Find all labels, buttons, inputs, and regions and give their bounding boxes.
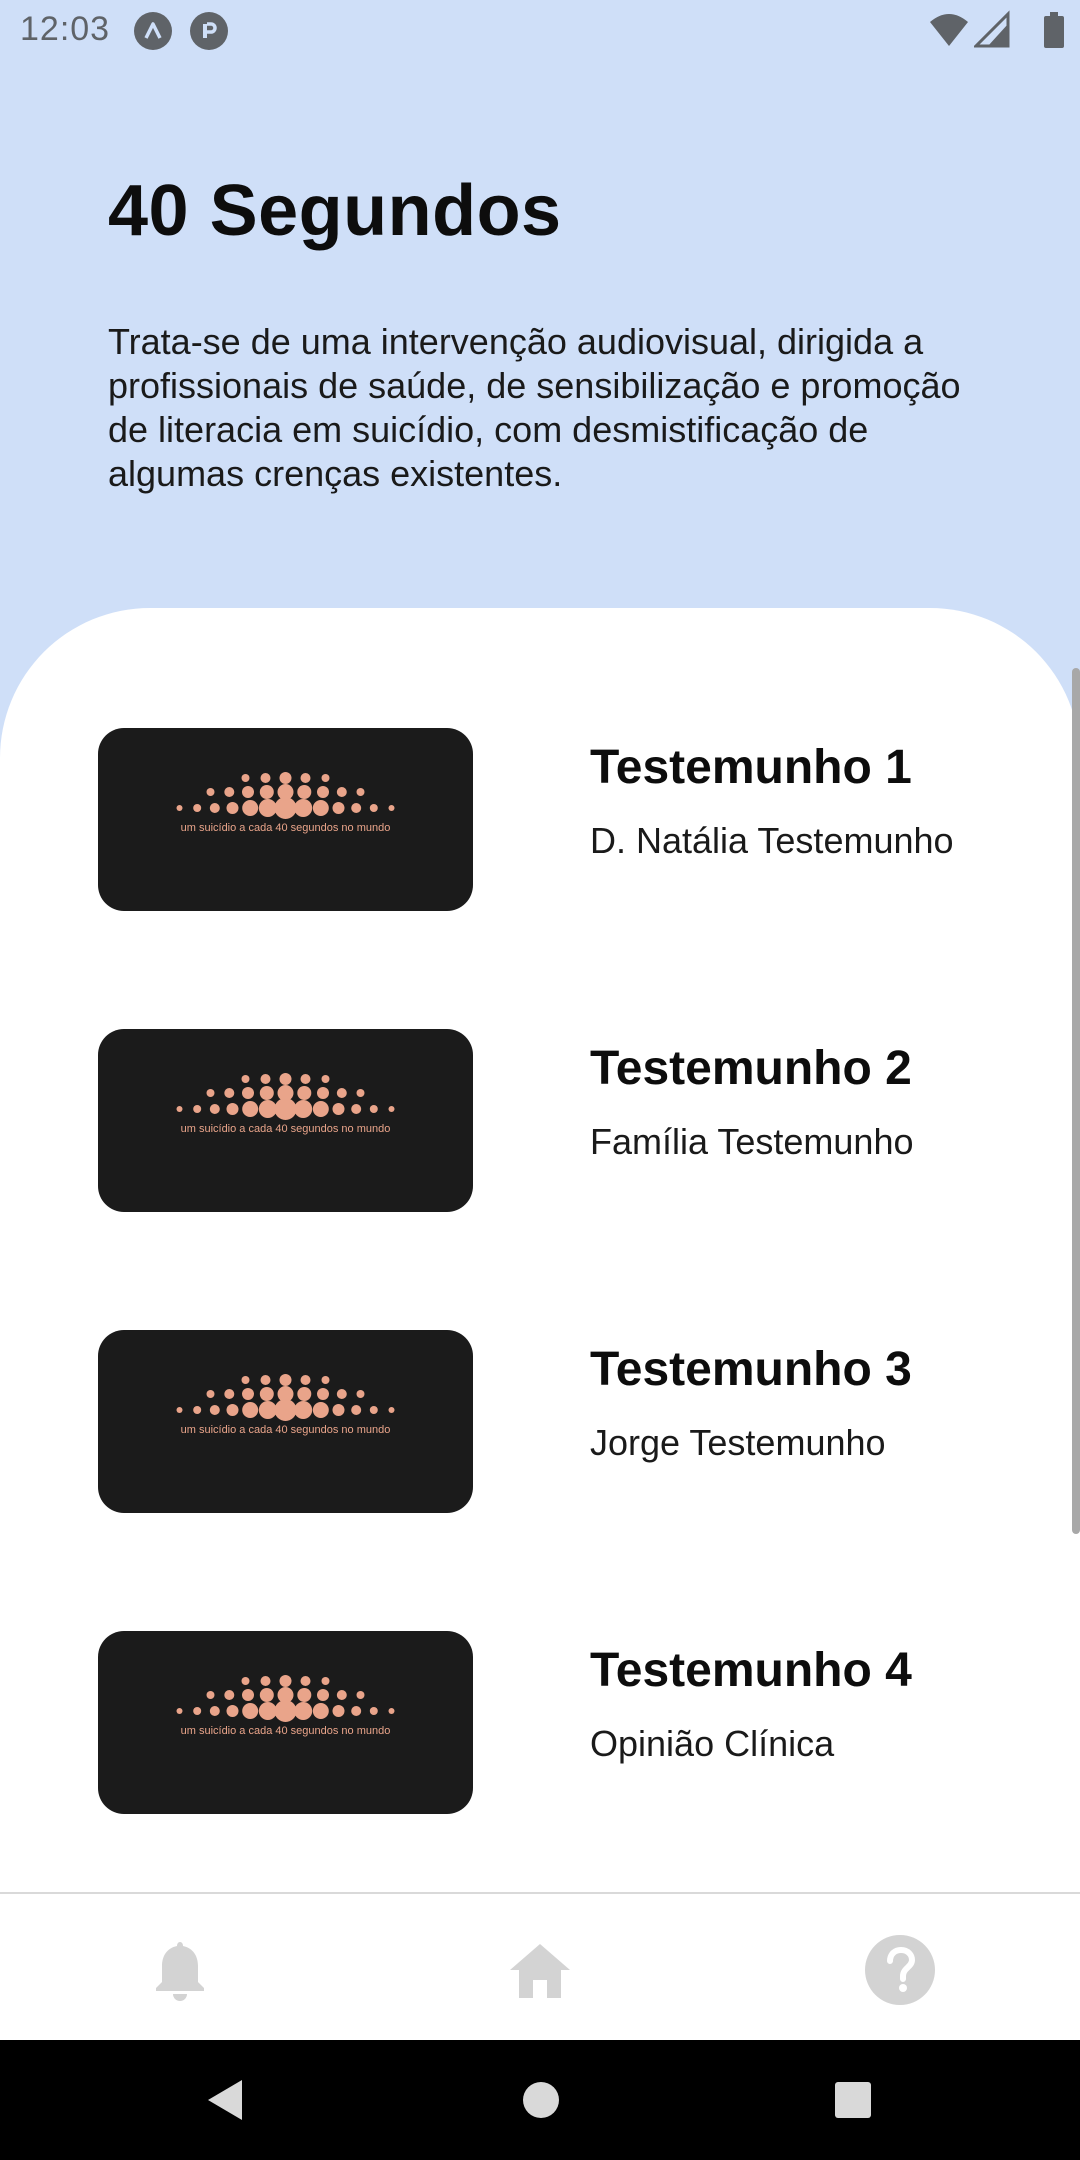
signal-icon xyxy=(974,10,1010,48)
testimony-title: Testemunho 2 xyxy=(590,1042,912,1095)
svg-text:um suicídio a cada 40 segundos: um suicídio a cada 40 segundos no mundo xyxy=(181,1424,391,1436)
help-button[interactable] xyxy=(860,1930,940,2010)
a-badge-icon xyxy=(134,12,172,50)
bell-icon xyxy=(156,1942,204,2001)
recents-icon[interactable] xyxy=(834,2078,872,2122)
home-button[interactable] xyxy=(500,1930,580,2010)
video-thumbnail[interactable]: um suicídio a cada 40 segundos no mundo xyxy=(98,728,473,911)
scrollbar[interactable] xyxy=(1072,668,1080,1534)
battery-icon xyxy=(1044,12,1064,48)
back-icon[interactable] xyxy=(206,2078,244,2122)
svg-text:um suicídio a cada 40 segundos: um suicídio a cada 40 segundos no mundo xyxy=(181,1725,391,1737)
r-badge-icon xyxy=(190,12,228,50)
testimony-item-2[interactable]: um suicídio a cada 40 segundos no mundo T… xyxy=(98,1029,1018,1213)
page-title: 40 Segundos xyxy=(108,171,562,251)
status-bar: 12:03 xyxy=(0,0,1080,62)
testimony-subtitle: Família Testemunho xyxy=(590,1121,914,1162)
system-nav-bar xyxy=(0,2040,1080,2160)
testimony-title: Testemunho 3 xyxy=(590,1343,912,1396)
home-icon xyxy=(510,1944,570,1998)
home-circle-icon[interactable] xyxy=(522,2078,560,2122)
video-thumbnail[interactable]: um suicídio a cada 40 segundos no mundo xyxy=(98,1330,473,1513)
wifi-icon xyxy=(930,14,968,46)
testimony-item-1[interactable]: um suicídio a cada 40 segundos no mundo T… xyxy=(98,728,1018,912)
forty-seconds-logo-icon: um suicídio a cada 40 segundos no mundo xyxy=(176,1073,395,1135)
svg-text:um suicídio a cada 40 segundos: um suicídio a cada 40 segundos no mundo xyxy=(181,822,391,834)
page-description: Trata-se de uma intervenção audiovisual,… xyxy=(108,321,961,494)
help-icon xyxy=(865,1935,935,2005)
forty-seconds-logo-icon: um suicídio a cada 40 segundos no mundo xyxy=(176,1374,395,1436)
testimonies-sheet[interactable]: um suicídio a cada 40 segundos no mundo T… xyxy=(0,608,1080,1893)
testimony-title: Testemunho 4 xyxy=(590,1644,912,1697)
video-thumbnail[interactable]: um suicídio a cada 40 segundos no mundo xyxy=(98,1631,473,1814)
testimony-item-3[interactable]: um suicídio a cada 40 segundos no mundo T… xyxy=(98,1330,1018,1514)
testimony-subtitle: Opinião Clínica xyxy=(590,1723,835,1764)
notifications-button[interactable] xyxy=(140,1930,220,2010)
testimony-item-4[interactable]: um suicídio a cada 40 segundos no mundo T… xyxy=(98,1631,1018,1815)
testimony-title: Testemunho 1 xyxy=(590,741,912,794)
forty-seconds-logo-icon: um suicídio a cada 40 segundos no mundo xyxy=(176,772,395,834)
forty-seconds-logo-icon: um suicídio a cada 40 segundos no mundo xyxy=(176,1675,395,1737)
status-time: 12:03 xyxy=(20,10,111,48)
testimony-subtitle: D. Natália Testemunho xyxy=(590,820,954,861)
bottom-nav xyxy=(0,1892,1080,2040)
svg-text:um suicídio a cada 40 segundos: um suicídio a cada 40 segundos no mundo xyxy=(181,1123,391,1135)
testimony-subtitle: Jorge Testemunho xyxy=(590,1422,886,1463)
header: 40 Segundos Trata-se de uma intervenção … xyxy=(108,170,988,496)
video-thumbnail[interactable]: um suicídio a cada 40 segundos no mundo xyxy=(98,1029,473,1212)
